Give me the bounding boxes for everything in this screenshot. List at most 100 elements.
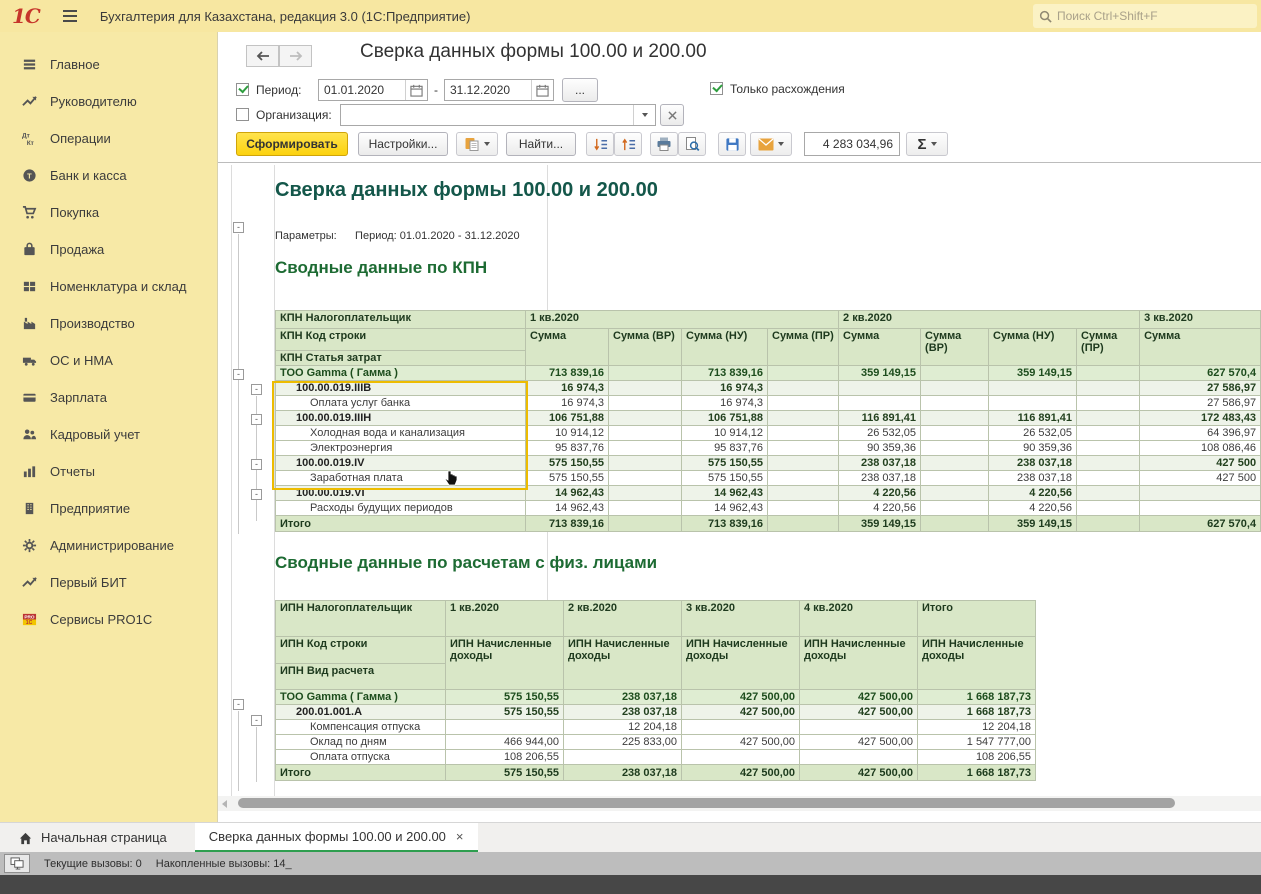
cell-value[interactable]: 90 359,36 [839, 441, 921, 456]
column-header[interactable]: 2 кв.2020 [564, 601, 682, 637]
cell-value[interactable]: 4 220,56 [839, 486, 921, 501]
row-label[interactable]: 100.00.019.VI [276, 486, 526, 501]
cell-value[interactable]: 427 500,00 [682, 735, 800, 750]
cell-value[interactable]: 12 204,18 [564, 720, 682, 735]
cell-value[interactable] [564, 750, 682, 765]
row-label[interactable]: Оплата отпуска [276, 750, 446, 765]
row-label[interactable]: ТОО Gamma ( Гамма ) [276, 366, 526, 381]
cell-value[interactable]: 14 962,43 [526, 486, 609, 501]
cell-value[interactable] [768, 441, 839, 456]
horizontal-scrollbar[interactable] [218, 796, 1261, 811]
collapse-groups-button[interactable] [586, 132, 614, 156]
row-label[interactable]: Холодная вода и канализация [276, 426, 526, 441]
tab-report[interactable]: Сверка данных формы 100.00 и 200.00 × [195, 823, 478, 852]
cell-value[interactable]: 10 914,12 [682, 426, 768, 441]
cell-value[interactable]: 90 359,36 [989, 441, 1077, 456]
only-diff-checkbox[interactable] [710, 82, 723, 95]
column-header[interactable]: Сумма [839, 329, 921, 366]
cell-value[interactable] [609, 366, 682, 381]
cell-value[interactable]: 1 547 777,00 [918, 735, 1036, 750]
performance-icon[interactable] [4, 854, 30, 873]
column-header[interactable]: ИПН Налогоплательщик [276, 601, 446, 637]
cell-value[interactable] [1077, 441, 1140, 456]
cell-value[interactable]: 713 839,16 [526, 366, 609, 381]
cell-value[interactable]: 108 206,55 [918, 750, 1036, 765]
cell-value[interactable]: 4 220,56 [839, 501, 921, 516]
sidebar-item-rukovoditelyu[interactable]: Руководителю [0, 83, 217, 120]
mail-button[interactable] [750, 132, 792, 156]
cell-value[interactable] [1077, 396, 1140, 411]
cell-value[interactable]: 427 500,00 [682, 690, 800, 705]
cell-value[interactable] [921, 501, 989, 516]
print-button[interactable] [650, 132, 678, 156]
period-more-button[interactable]: ... [562, 78, 598, 102]
cell-value[interactable]: 713 839,16 [682, 366, 768, 381]
cell-value[interactable]: 1 668 187,73 [918, 765, 1036, 781]
cell-value[interactable]: 16 974,3 [526, 396, 609, 411]
column-header[interactable]: Сумма (НУ) [682, 329, 768, 366]
column-header[interactable]: КПН Статья затрат [276, 351, 526, 366]
cell-value[interactable]: 95 837,76 [526, 441, 609, 456]
cell-value[interactable]: 238 037,18 [839, 456, 921, 471]
cell-value[interactable]: 4 220,56 [989, 486, 1077, 501]
cell-value[interactable]: 27 586,97 [1140, 396, 1261, 411]
cell-value[interactable] [921, 471, 989, 486]
cell-value[interactable]: 108 086,46 [1140, 441, 1261, 456]
cell-value[interactable]: 427 500,00 [800, 705, 918, 720]
cell-value[interactable] [921, 516, 989, 532]
column-header[interactable]: ИПН Начисленные доходы [446, 637, 564, 690]
cell-value[interactable]: 359 149,15 [989, 366, 1077, 381]
cell-value[interactable]: 427 500,00 [800, 735, 918, 750]
column-header[interactable]: Сумма (ВР) [921, 329, 989, 366]
org-combobox[interactable] [340, 104, 656, 126]
period-checkbox[interactable] [236, 83, 249, 96]
column-header[interactable]: ИПН Начисленные доходы [682, 637, 800, 690]
sidebar-item-kadrovyi-uchet[interactable]: Кадровый учет [0, 416, 217, 453]
cell-value[interactable]: 108 206,55 [446, 750, 564, 765]
cell-value[interactable]: 225 833,00 [564, 735, 682, 750]
cell-value[interactable]: 427 500,00 [682, 765, 800, 781]
sidebar-item-pokupka[interactable]: Покупка [0, 194, 217, 231]
cell-value[interactable] [768, 471, 839, 486]
cell-value[interactable]: 575 150,55 [526, 471, 609, 486]
column-header[interactable]: ИПН Вид расчета [276, 664, 446, 690]
cell-value[interactable] [1077, 456, 1140, 471]
cell-value[interactable]: 16 974,3 [526, 381, 609, 396]
collapse-group-icon[interactable]: - [233, 369, 244, 380]
cell-value[interactable]: 4 220,56 [989, 501, 1077, 516]
cell-value[interactable]: 26 532,05 [989, 426, 1077, 441]
cell-value[interactable]: 16 974,3 [682, 396, 768, 411]
row-label[interactable]: Расходы будущих периодов [276, 501, 526, 516]
cell-value[interactable] [839, 396, 921, 411]
find-button[interactable]: Найти... [506, 132, 576, 156]
cell-value[interactable] [800, 750, 918, 765]
cell-value[interactable] [768, 381, 839, 396]
cell-value[interactable]: 575 150,55 [682, 456, 768, 471]
sidebar-item-os-nma[interactable]: ОС и НМА [0, 342, 217, 379]
column-header[interactable]: КПН Налогоплательщик [276, 311, 526, 329]
cell-value[interactable]: 27 586,97 [1140, 381, 1261, 396]
sidebar-item-glavnoe[interactable]: Главное [0, 46, 217, 83]
sidebar-item-otchety[interactable]: Отчеты [0, 453, 217, 490]
scroll-left-icon[interactable] [222, 800, 227, 808]
scrollbar-thumb[interactable] [238, 798, 1175, 808]
column-header[interactable]: 2 кв.2020 [839, 311, 1140, 329]
column-header[interactable]: 1 кв.2020 [446, 601, 564, 637]
cell-value[interactable]: 427 500,00 [800, 765, 918, 781]
org-checkbox[interactable] [236, 108, 249, 121]
tab-home[interactable]: Начальная страница [4, 823, 181, 852]
settings-button[interactable]: Настройки... [358, 132, 448, 156]
cell-value[interactable] [800, 720, 918, 735]
date-to-field[interactable]: 31.12.2020 [444, 79, 554, 101]
cell-value[interactable] [1077, 366, 1140, 381]
cell-value[interactable] [921, 381, 989, 396]
column-header[interactable]: Итого [918, 601, 1036, 637]
cell-value[interactable] [921, 456, 989, 471]
cell-value[interactable] [1077, 411, 1140, 426]
generate-button[interactable]: Сформировать [236, 132, 348, 156]
cell-value[interactable] [768, 456, 839, 471]
cell-value[interactable]: 427 500 [1140, 471, 1261, 486]
expand-groups-button[interactable] [614, 132, 642, 156]
cell-value[interactable]: 627 570,4 [1140, 516, 1261, 532]
sidebar-item-nomenklatura[interactable]: Номенклатура и склад [0, 268, 217, 305]
